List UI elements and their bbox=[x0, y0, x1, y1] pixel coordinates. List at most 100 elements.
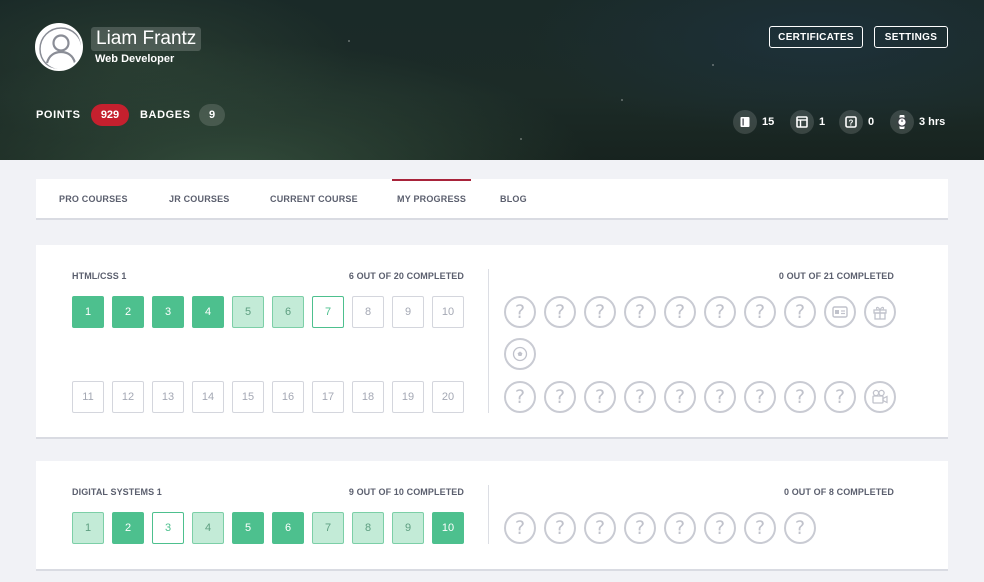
question-icon: ? bbox=[634, 301, 646, 323]
challenge-item[interactable]: ? bbox=[784, 296, 816, 328]
id-card-icon bbox=[832, 306, 848, 318]
lesson-tile[interactable]: 10 bbox=[432, 512, 464, 544]
section-divider bbox=[488, 485, 489, 544]
star-decoration bbox=[348, 40, 350, 42]
layout-icon bbox=[790, 110, 814, 134]
nav-tabs: PRO COURSES JR COURSES CURRENT COURSE MY… bbox=[36, 179, 948, 220]
lesson-tile[interactable]: 16 bbox=[272, 381, 304, 413]
challenge-item[interactable]: ? bbox=[504, 381, 536, 413]
challenge-item[interactable]: ? bbox=[584, 296, 616, 328]
challenge-item[interactable]: ? bbox=[664, 512, 696, 544]
tab-pro-courses[interactable]: PRO COURSES bbox=[59, 179, 128, 218]
lesson-tile[interactable]: 9 bbox=[392, 512, 424, 544]
tab-blog[interactable]: BLOG bbox=[500, 179, 527, 218]
challenge-item[interactable]: ? bbox=[544, 296, 576, 328]
lesson-tile[interactable]: 15 bbox=[232, 381, 264, 413]
points-badge: 929 bbox=[91, 104, 129, 126]
challenge-item[interactable]: ? bbox=[704, 512, 736, 544]
challenge-item[interactable] bbox=[504, 338, 536, 370]
avatar[interactable] bbox=[35, 23, 83, 71]
challenge-item[interactable]: ? bbox=[664, 381, 696, 413]
question-icon: ? bbox=[794, 386, 806, 408]
lesson-tile[interactable]: 11 bbox=[72, 381, 104, 413]
lesson-tile[interactable]: 8 bbox=[352, 296, 384, 328]
question-icon: ? bbox=[634, 386, 646, 408]
profile-header: Liam Frantz Web Developer CERTIFICATES S… bbox=[0, 0, 984, 160]
lesson-tile[interactable]: 20 bbox=[432, 381, 464, 413]
lesson-tile[interactable]: 5 bbox=[232, 512, 264, 544]
question-icon: ? bbox=[754, 517, 766, 539]
challenge-item[interactable]: ? bbox=[744, 381, 776, 413]
lesson-tile[interactable]: 6 bbox=[272, 296, 304, 328]
lesson-tile[interactable]: 10 bbox=[432, 296, 464, 328]
lesson-tile[interactable]: 8 bbox=[352, 512, 384, 544]
lessons-completed-count: 6 OUT OF 20 COMPLETED bbox=[348, 271, 464, 281]
stat-time: 3 hrs bbox=[890, 110, 945, 134]
challenge-item[interactable] bbox=[824, 296, 856, 328]
certificates-button[interactable]: CERTIFICATES bbox=[769, 26, 863, 48]
quiz-icon: ? bbox=[839, 110, 863, 134]
challenge-item[interactable]: ? bbox=[504, 512, 536, 544]
lesson-tile[interactable]: 2 bbox=[112, 296, 144, 328]
challenge-item[interactable] bbox=[864, 296, 896, 328]
lesson-tile[interactable]: 19 bbox=[392, 381, 424, 413]
user-title: Web Developer bbox=[95, 53, 175, 65]
challenge-item[interactable]: ? bbox=[624, 381, 656, 413]
stat-time-value: 3 hrs bbox=[919, 116, 946, 128]
tab-my-progress[interactable]: MY PROGRESS bbox=[392, 179, 472, 218]
challenges-completed-count: 0 OUT OF 21 COMPLETED bbox=[778, 271, 894, 281]
challenge-item[interactable]: ? bbox=[824, 381, 856, 413]
lesson-tile[interactable]: 3 bbox=[152, 512, 184, 544]
lesson-tile[interactable]: 14 bbox=[192, 381, 224, 413]
lesson-tile[interactable]: 17 bbox=[312, 381, 344, 413]
lesson-tile[interactable]: 6 bbox=[272, 512, 304, 544]
challenge-item[interactable]: ? bbox=[584, 381, 616, 413]
challenge-item[interactable]: ? bbox=[664, 296, 696, 328]
lesson-tile[interactable]: 18 bbox=[352, 381, 384, 413]
tab-jr-courses[interactable]: JR COURSES bbox=[169, 179, 230, 218]
badges-label: BADGES bbox=[140, 109, 191, 121]
lesson-tile[interactable]: 5 bbox=[232, 296, 264, 328]
course-card: HTML/CSS 1 6 OUT OF 20 COMPLETED 0 OUT O… bbox=[36, 245, 948, 439]
lesson-tile[interactable]: 13 bbox=[152, 381, 184, 413]
lesson-tile[interactable]: 1 bbox=[72, 296, 104, 328]
settings-button[interactable]: SETTINGS bbox=[874, 26, 948, 48]
gift-icon bbox=[872, 304, 888, 320]
stat-courses: 15 bbox=[733, 110, 774, 134]
challenge-item[interactable]: ? bbox=[744, 512, 776, 544]
challenge-item[interactable]: ? bbox=[584, 512, 616, 544]
challenge-item[interactable]: ? bbox=[744, 296, 776, 328]
tab-current-course[interactable]: CURRENT COURSE bbox=[270, 179, 358, 218]
challenge-item[interactable]: ? bbox=[784, 381, 816, 413]
points-label: POINTS bbox=[36, 109, 81, 121]
question-icon: ? bbox=[594, 517, 606, 539]
lesson-tile[interactable]: 9 bbox=[392, 296, 424, 328]
challenge-item[interactable]: ? bbox=[544, 381, 576, 413]
lesson-tile[interactable]: 4 bbox=[192, 512, 224, 544]
lesson-tile[interactable]: 3 bbox=[152, 296, 184, 328]
course-title: DIGITAL SYSTEMS 1 bbox=[72, 487, 162, 497]
challenge-item[interactable]: ? bbox=[624, 512, 656, 544]
question-icon: ? bbox=[834, 386, 846, 408]
question-icon: ? bbox=[794, 301, 806, 323]
question-icon: ? bbox=[554, 517, 566, 539]
lesson-tile[interactable]: 7 bbox=[312, 296, 344, 328]
lesson-tile[interactable]: 1 bbox=[72, 512, 104, 544]
lesson-tile[interactable]: 12 bbox=[112, 381, 144, 413]
stat-courses-value: 15 bbox=[762, 116, 775, 128]
lesson-tile[interactable]: 7 bbox=[312, 512, 344, 544]
challenge-item[interactable]: ? bbox=[504, 296, 536, 328]
question-icon: ? bbox=[514, 301, 526, 323]
challenge-item[interactable]: ? bbox=[624, 296, 656, 328]
question-icon: ? bbox=[514, 517, 526, 539]
challenge-item[interactable] bbox=[864, 381, 896, 413]
challenge-item[interactable]: ? bbox=[704, 296, 736, 328]
lesson-tile[interactable]: 4 bbox=[192, 296, 224, 328]
question-icon: ? bbox=[674, 517, 686, 539]
lesson-tile[interactable]: 2 bbox=[112, 512, 144, 544]
challenge-item[interactable]: ? bbox=[704, 381, 736, 413]
challenge-item[interactable]: ? bbox=[544, 512, 576, 544]
question-icon: ? bbox=[754, 386, 766, 408]
question-icon: ? bbox=[554, 301, 566, 323]
challenge-item[interactable]: ? bbox=[784, 512, 816, 544]
